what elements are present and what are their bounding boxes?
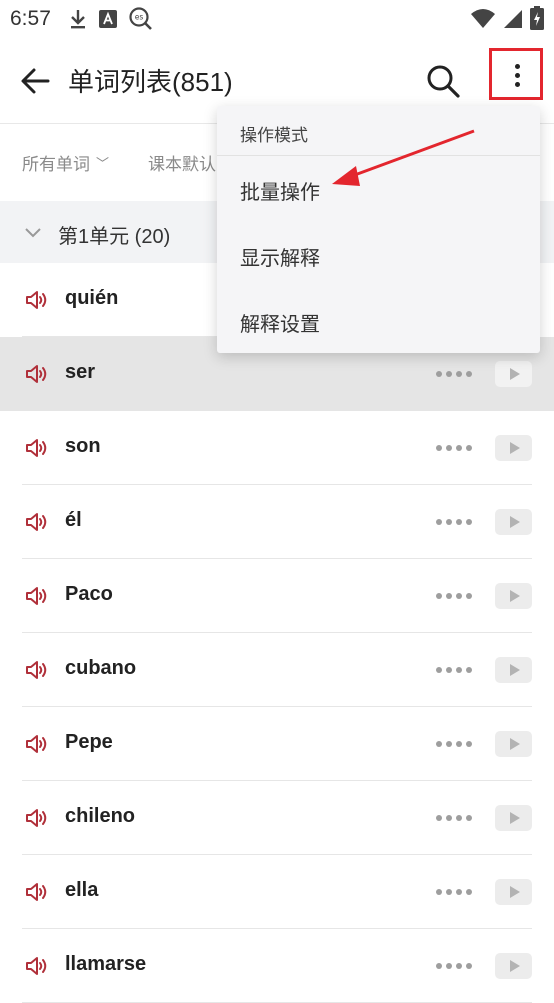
- play-button[interactable]: [495, 435, 532, 461]
- speaker-icon[interactable]: [24, 732, 48, 756]
- chevron-down-icon: ﹀: [96, 156, 110, 171]
- menu-item-batch-operation[interactable]: 批量操作: [217, 156, 540, 222]
- font-icon: [99, 10, 117, 28]
- word-row[interactable]: ella: [0, 855, 554, 929]
- status-icons-right: [470, 6, 544, 30]
- play-icon: [510, 664, 520, 676]
- filter-textbook-order-label: 课本默认: [148, 155, 216, 174]
- search-icon[interactable]: [424, 62, 462, 100]
- mastery-dots-icon: [436, 815, 472, 821]
- speaker-icon[interactable]: [24, 806, 48, 830]
- play-button[interactable]: [495, 953, 532, 979]
- menu-item-explanation-settings[interactable]: 解释设置: [217, 288, 540, 354]
- word-row[interactable]: cubano: [0, 633, 554, 707]
- play-icon: [510, 442, 520, 454]
- mastery-dots-icon: [436, 741, 472, 747]
- word-text: llamarse: [65, 953, 147, 975]
- dictionary-search-icon: es: [129, 7, 152, 30]
- signal-icon: [504, 10, 522, 28]
- overflow-menu: 操作模式 批量操作 显示解释 解释设置: [217, 106, 540, 353]
- play-icon: [510, 368, 520, 380]
- speaker-icon[interactable]: [24, 510, 48, 534]
- play-icon: [510, 738, 520, 750]
- speaker-icon[interactable]: [24, 658, 48, 682]
- more-options-button[interactable]: [489, 48, 543, 100]
- word-row[interactable]: chileno: [0, 781, 554, 855]
- speaker-icon[interactable]: [24, 362, 48, 386]
- speaker-icon[interactable]: [24, 880, 48, 904]
- mastery-dots-icon: [436, 889, 472, 895]
- mastery-dots-icon: [436, 519, 472, 525]
- word-row[interactable]: Pepe: [0, 707, 554, 781]
- filter-textbook-order[interactable]: 课本默认: [148, 150, 216, 175]
- word-text: cubano: [65, 657, 137, 679]
- mastery-dots-icon: [436, 445, 472, 451]
- filter-all-words[interactable]: 所有单词 ﹀: [22, 150, 109, 175]
- download-icon: [71, 10, 85, 29]
- chevron-down-icon: [25, 228, 41, 238]
- play-button[interactable]: [495, 583, 532, 609]
- word-text: quién: [65, 287, 119, 309]
- word-row[interactable]: llamarse: [0, 929, 554, 1003]
- word-text: chileno: [65, 805, 136, 827]
- word-row[interactable]: Paco: [0, 559, 554, 633]
- filter-all-words-label: 所有单词: [22, 155, 90, 174]
- play-icon: [510, 812, 520, 824]
- mastery-dots-icon: [436, 667, 472, 673]
- word-text: ella: [65, 879, 99, 901]
- play-button[interactable]: [495, 731, 532, 757]
- word-text: Pepe: [65, 731, 113, 753]
- play-icon: [510, 590, 520, 602]
- speaker-icon[interactable]: [24, 584, 48, 608]
- arrow-left-icon[interactable]: [18, 64, 52, 98]
- page-title: 单词列表(851): [68, 67, 233, 97]
- play-icon: [510, 886, 520, 898]
- play-icon: [510, 516, 520, 528]
- word-text: ser: [65, 361, 96, 383]
- menu-item-show-explanation[interactable]: 显示解释: [217, 222, 540, 288]
- menu-item-label: 解释设置: [240, 314, 320, 336]
- word-text: son: [65, 435, 101, 457]
- unit-section-label: 第1单元 (20): [58, 226, 171, 248]
- word-row[interactable]: él: [0, 485, 554, 559]
- menu-header: 操作模式: [240, 126, 308, 145]
- mastery-dots-icon: [436, 371, 472, 377]
- dictionary-badge-text: es: [135, 13, 144, 22]
- speaker-icon[interactable]: [24, 288, 48, 312]
- play-button[interactable]: [495, 509, 532, 535]
- word-row[interactable]: son: [0, 411, 554, 485]
- battery-charging-icon: [530, 6, 544, 30]
- word-text: Paco: [65, 583, 113, 605]
- menu-item-label: 批量操作: [240, 182, 320, 204]
- status-bar: 6:57 es: [0, 0, 554, 40]
- play-button[interactable]: [495, 361, 532, 387]
- play-button[interactable]: [495, 879, 532, 905]
- speaker-icon[interactable]: [24, 954, 48, 978]
- word-text: él: [65, 509, 82, 531]
- play-button[interactable]: [495, 805, 532, 831]
- wifi-icon: [471, 9, 495, 28]
- menu-item-label: 显示解释: [240, 248, 320, 270]
- mastery-dots-icon: [436, 593, 472, 599]
- play-button[interactable]: [495, 657, 532, 683]
- more-vertical-icon: [515, 64, 520, 91]
- status-time: 6:57: [10, 7, 51, 30]
- speaker-icon[interactable]: [24, 436, 48, 460]
- status-icons-left: es: [68, 6, 154, 32]
- play-icon: [510, 960, 520, 972]
- mastery-dots-icon: [436, 963, 472, 969]
